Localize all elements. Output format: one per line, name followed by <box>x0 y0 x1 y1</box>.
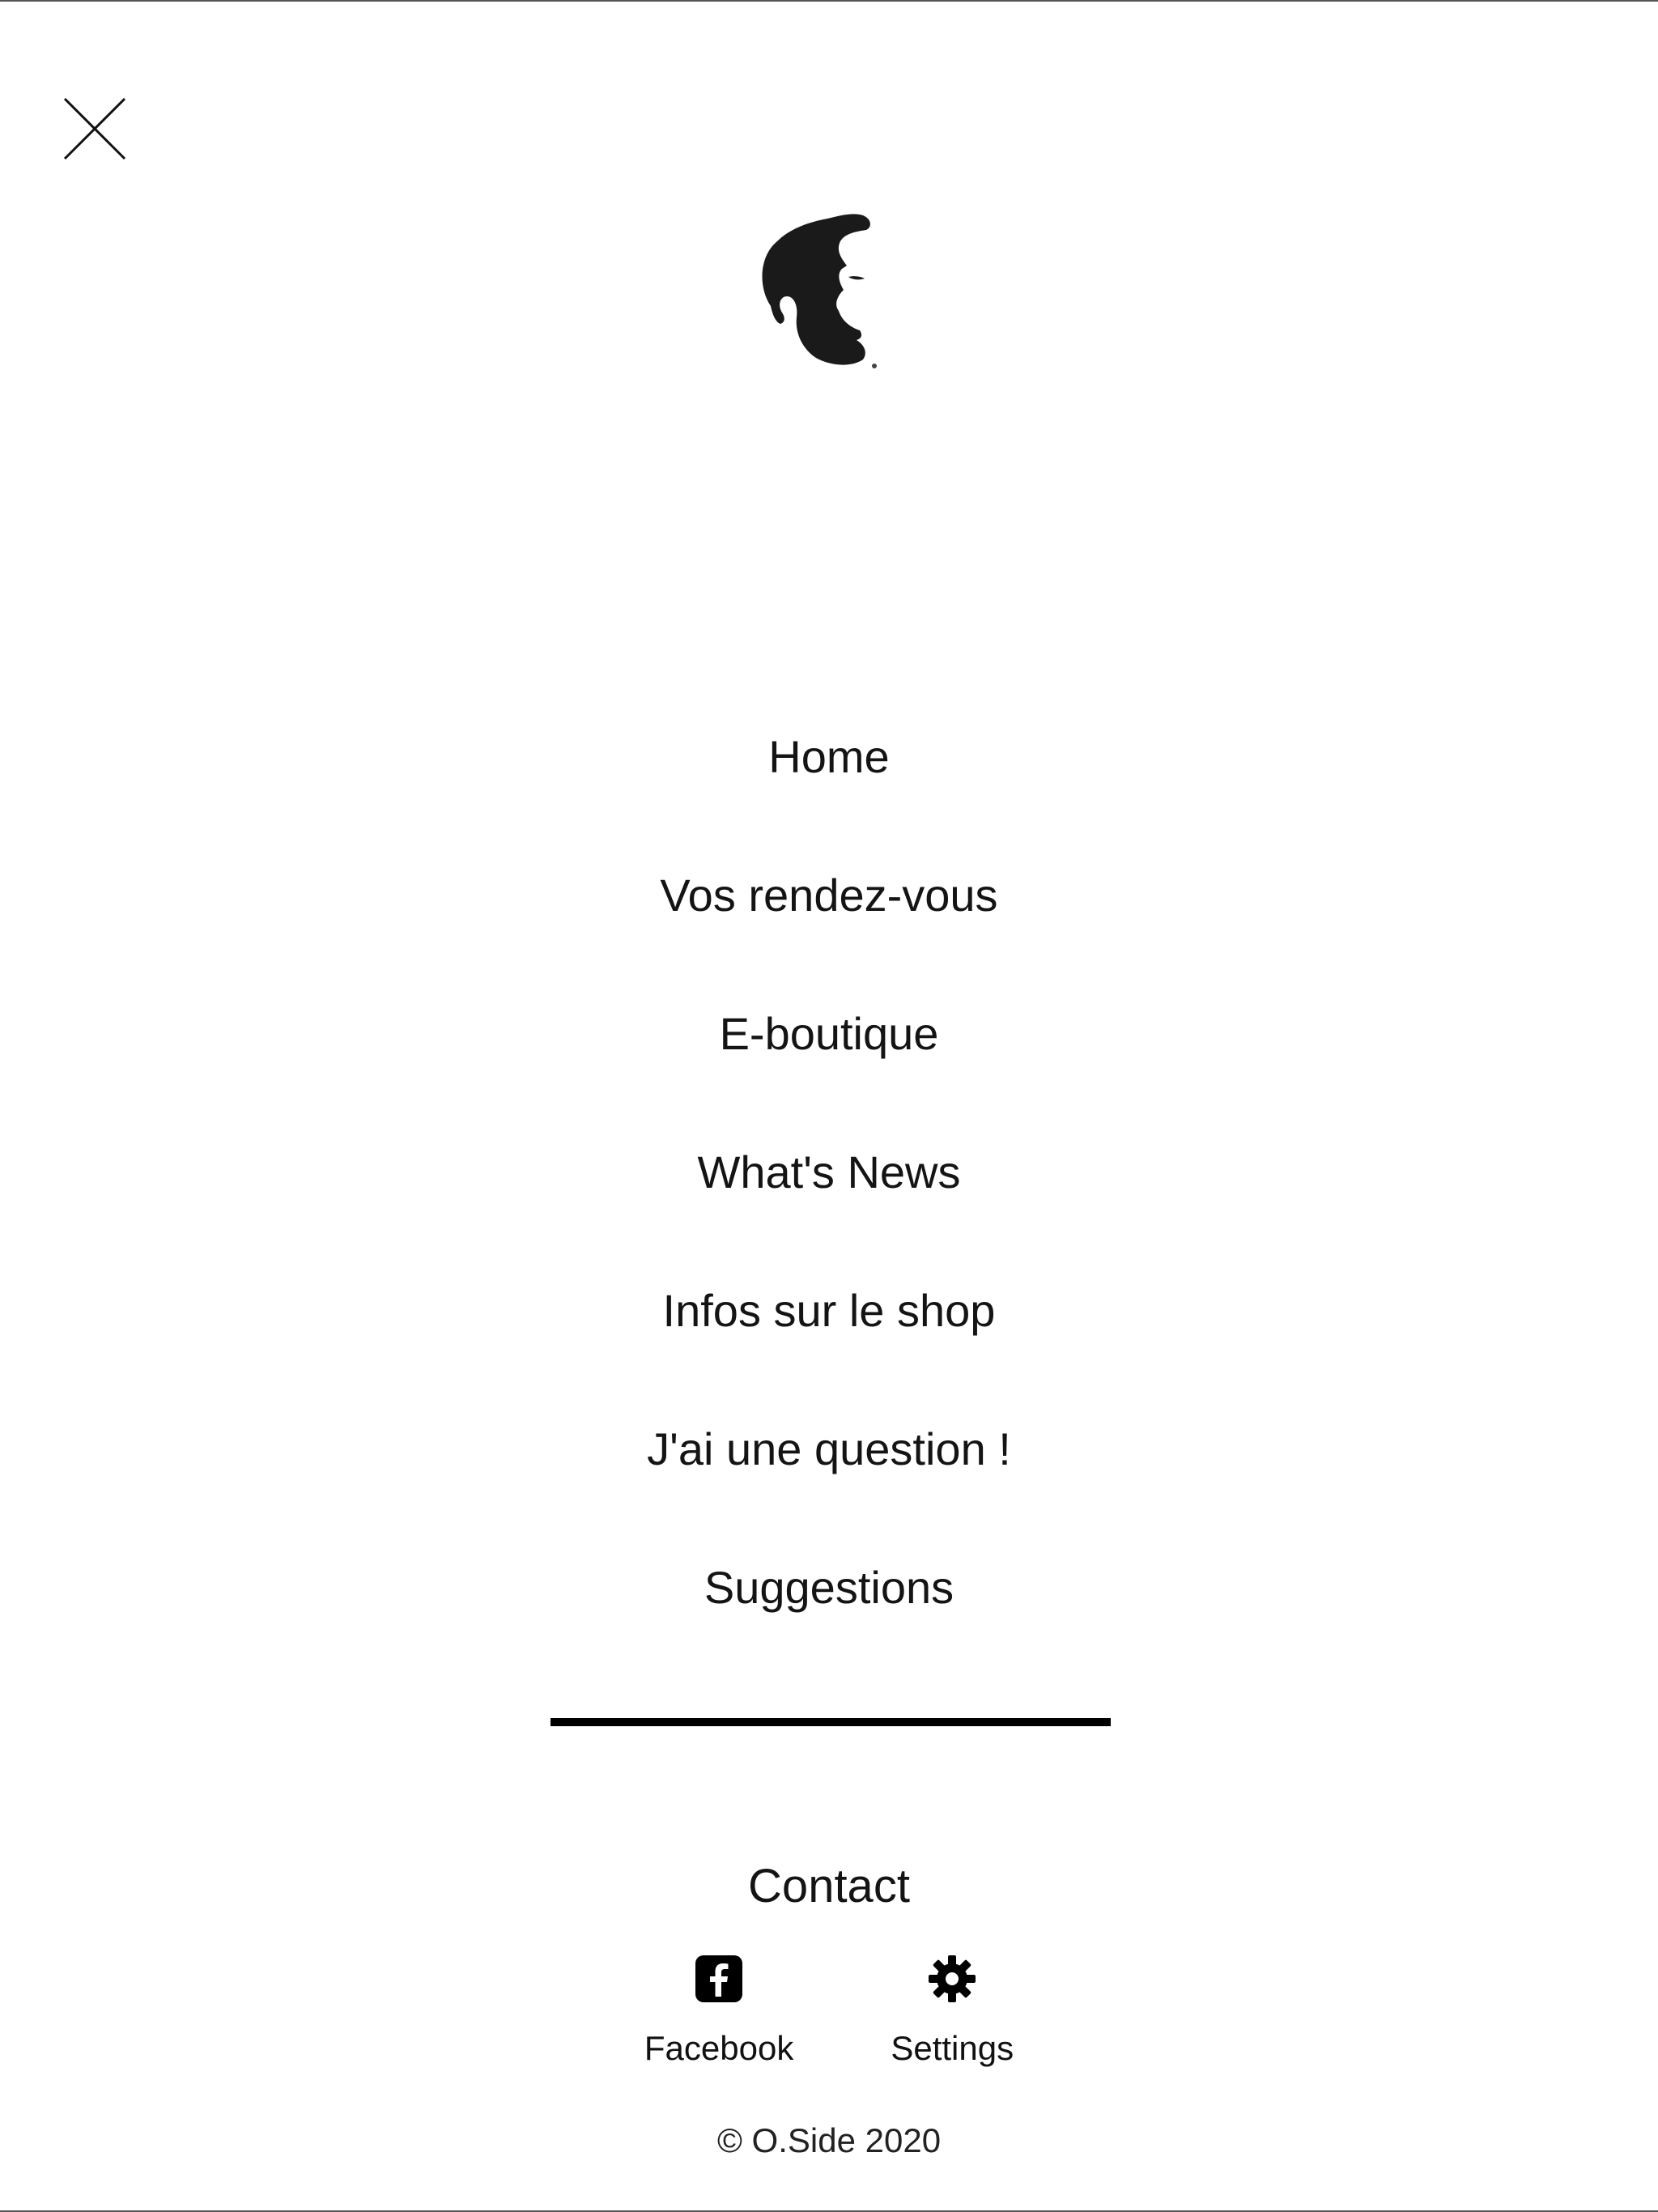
settings-label: Settings <box>891 2029 1014 2067</box>
top-border <box>0 0 1658 2</box>
menu-divider <box>551 1718 1111 1726</box>
menu-item-whats-news[interactable]: What's News <box>698 1126 961 1265</box>
menu-item-shop-info[interactable]: Infos sur le shop <box>663 1265 996 1403</box>
menu-item-home[interactable]: Home <box>768 711 889 849</box>
menu-item-question[interactable]: J'ai une question ! <box>647 1403 1011 1542</box>
close-button[interactable] <box>58 92 131 165</box>
facebook-label: Facebook <box>644 2029 794 2067</box>
facebook-icon <box>693 1953 745 2005</box>
brand-logo <box>753 209 882 371</box>
close-icon <box>63 97 126 160</box>
barber-head-logo-icon <box>762 214 877 368</box>
menu-item-e-shop[interactable]: E-boutique <box>720 988 939 1126</box>
settings-link[interactable]: Settings <box>891 1953 1014 2069</box>
menu-item-appointments[interactable]: Vos rendez-vous <box>660 849 997 988</box>
menu-item-suggestions[interactable]: Suggestions <box>704 1542 954 1680</box>
gear-icon <box>926 1953 978 2005</box>
facebook-link[interactable]: Facebook <box>644 1953 793 2069</box>
contact-link[interactable]: Contact <box>0 1854 1658 1919</box>
main-menu: Home Vos rendez-vous E-boutique What's N… <box>0 711 1658 1680</box>
footer-links: Facebook Settings <box>0 1953 1658 2069</box>
copyright-text: © O.Side 2020 <box>716 2121 942 2159</box>
